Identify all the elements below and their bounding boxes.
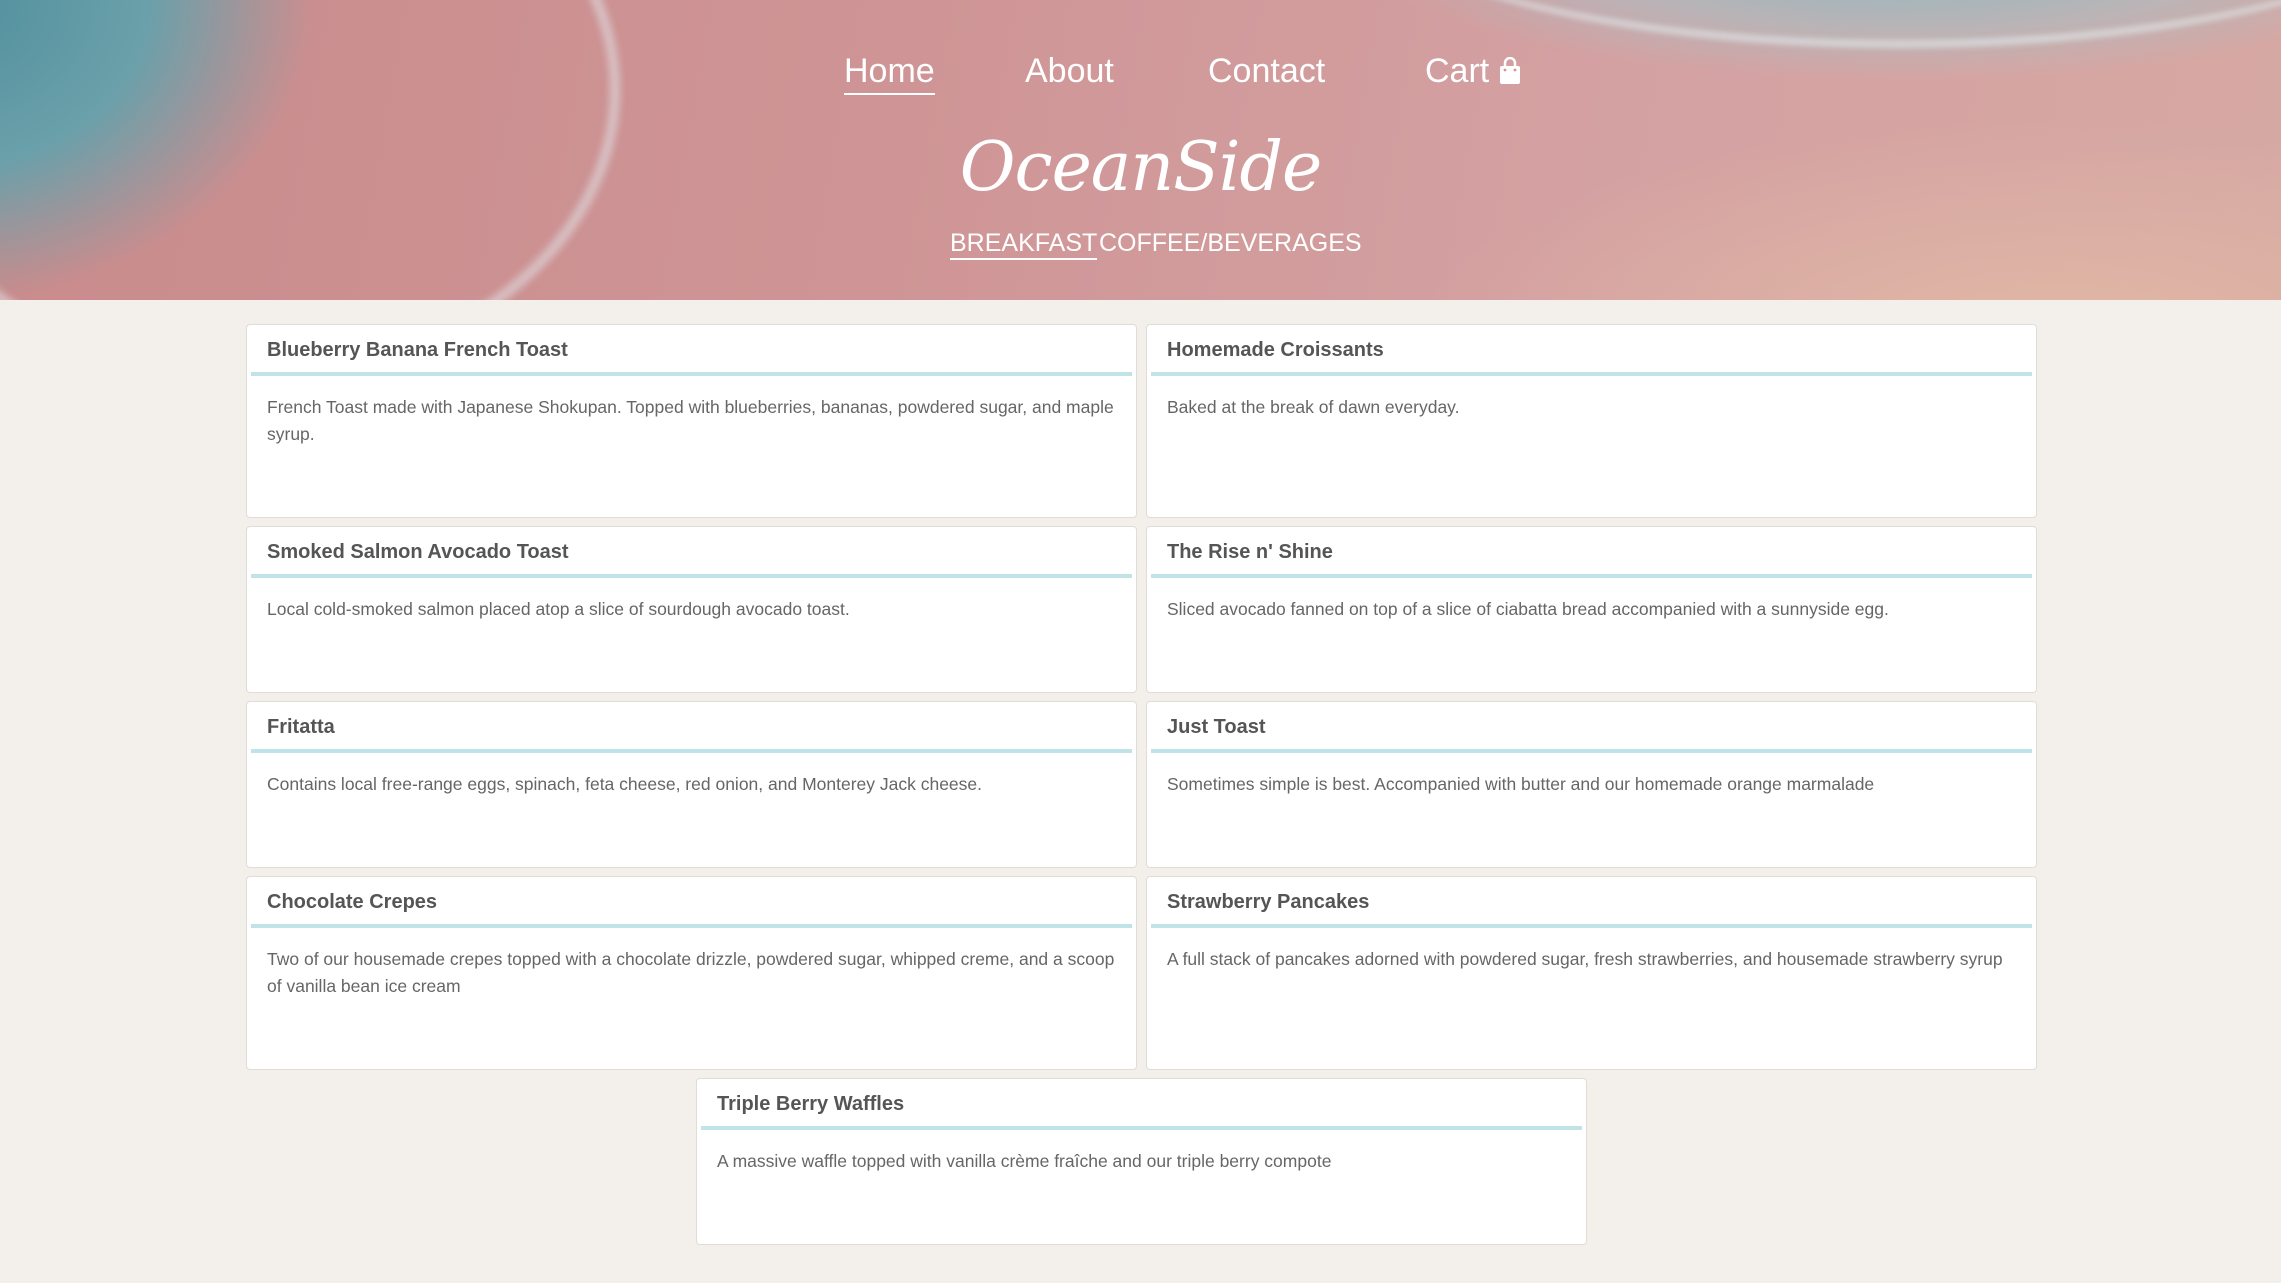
menu-card: Smoked Salmon Avocado Toast Local cold-s… (246, 526, 1137, 693)
menu-card-title: Triple Berry Waffles (701, 1079, 1582, 1130)
menu-card: Chocolate Crepes Two of our housemade cr… (246, 876, 1137, 1070)
main-nav: Home About Contact Cart (0, 52, 2281, 102)
menu-card-description: A full stack of pancakes adorned with po… (1167, 949, 2003, 969)
nav-home-link[interactable]: Home (844, 52, 935, 95)
hero-banner: Home About Contact Cart OceanSide BREAKF… (0, 0, 2281, 300)
menu-card-description: French Toast made with Japanese Shokupan… (267, 397, 1114, 444)
menu-card-description: Baked at the break of dawn everyday. (1167, 397, 1460, 417)
nav-contact-link[interactable]: Contact (1208, 52, 1325, 91)
nav-cart-label: Cart (1425, 52, 1490, 90)
menu-card: Strawberry Pancakes A full stack of panc… (1146, 876, 2037, 1070)
menu-card-title: Homemade Croissants (1151, 325, 2032, 376)
menu-card-description: Sometimes simple is best. Accompanied wi… (1167, 774, 1875, 794)
menu-card: The Rise n' Shine Sliced avocado fanned … (1146, 526, 2037, 693)
menu-card-title: Fritatta (251, 702, 1132, 753)
category-breakfast-link[interactable]: BREAKFAST (950, 229, 1098, 260)
menu-card-title: The Rise n' Shine (1151, 527, 2032, 578)
menu-card-description: Sliced avocado fanned on top of a slice … (1167, 599, 1889, 619)
brand-logo-text: OceanSide (959, 128, 1323, 207)
menu-card-title: Strawberry Pancakes (1151, 877, 2032, 928)
menu-card-description: Local cold-smoked salmon placed atop a s… (267, 599, 850, 619)
wave-foam-right (1350, 0, 2281, 48)
menu-card: Homemade Croissants Baked at the break o… (1146, 324, 2037, 518)
menu-card-title: Blueberry Banana French Toast (251, 325, 1132, 376)
category-coffee-beverages-link[interactable]: COFFEE/BEVERAGES (1099, 229, 1362, 258)
category-nav: BREAKFAST COFFEE/BEVERAGES (0, 229, 2281, 263)
menu-card-title: Chocolate Crepes (251, 877, 1132, 928)
menu-card-description: Two of our housemade crepes topped with … (267, 949, 1115, 996)
shopping-bag-icon (1499, 55, 1521, 94)
menu-card: Fritatta Contains local free-range eggs,… (246, 701, 1137, 868)
nav-cart-link[interactable]: Cart (1425, 52, 1521, 94)
menu-card-title: Just Toast (1151, 702, 2032, 753)
menu-card: Triple Berry Waffles A massive waffle to… (696, 1078, 1587, 1245)
menu-card-description: Contains local free-range eggs, spinach,… (267, 774, 983, 794)
menu-card: Just Toast Sometimes simple is best. Acc… (1146, 701, 2037, 868)
menu-card-title: Smoked Salmon Avocado Toast (251, 527, 1132, 578)
nav-about-link[interactable]: About (1025, 52, 1114, 91)
menu-card: Blueberry Banana French Toast French Toa… (246, 324, 1137, 518)
menu-card-description: A massive waffle topped with vanilla crè… (717, 1151, 1332, 1171)
